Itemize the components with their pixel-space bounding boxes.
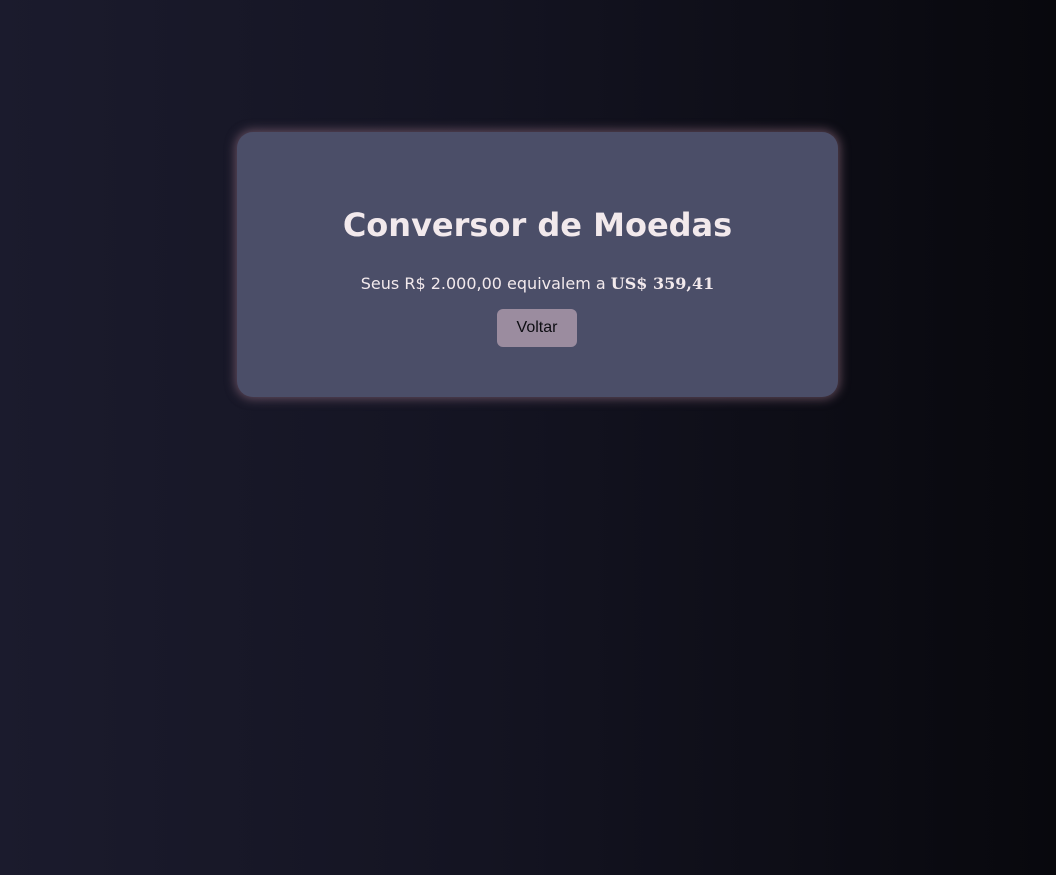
- conversion-result: Seus R$ 2.000,00 equivalem a US$ 359,41: [237, 274, 838, 294]
- converted-amount: US$ 359,41: [610, 274, 715, 293]
- page-title: Conversor de Moedas: [342, 206, 733, 244]
- conversion-result-prefix: Seus R$ 2.000,00 equivalem a: [360, 274, 611, 293]
- converter-card: Conversor de Moedas Seus R$ 2.000,00 equ…: [237, 132, 838, 397]
- back-button[interactable]: Voltar: [497, 309, 577, 347]
